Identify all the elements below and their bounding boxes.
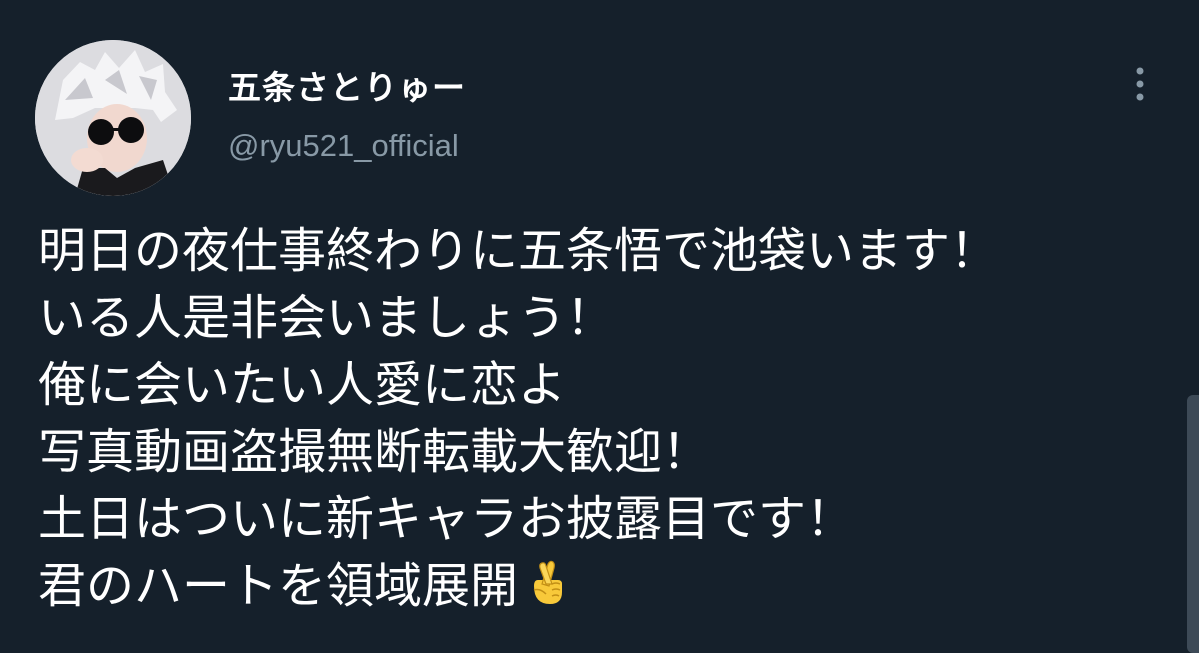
tweet-text: 明日の夜仕事終わりに五条悟で池袋います！ いる人是非会いましょう！ 俺に会いたい…: [38, 218, 1148, 620]
crossed-fingers-emoji-icon: [524, 559, 572, 607]
scrollbar-thumb[interactable]: [1187, 395, 1199, 653]
tweet-card: 五条さとりゅー @ryu521_official 明日の夜仕事終わりに五条悟で池…: [0, 0, 1199, 653]
author-avatar[interactable]: [35, 40, 191, 196]
profile-photo-icon: [35, 40, 191, 196]
author-display-name[interactable]: 五条さとりゅー: [228, 68, 466, 108]
tweet-line: いる人是非会いましょう！: [38, 290, 615, 346]
tweet-line: 俺に会いたい人愛に恋よ: [38, 357, 567, 413]
tweet-line: 土日はついに新キャラお披露目です！: [38, 491, 855, 547]
tweet-line: 明日の夜仕事終わりに五条悟で池袋います！: [38, 223, 999, 279]
tweet-line-text: 君のハートを領域展開: [38, 558, 519, 614]
more-options-button[interactable]: [1122, 62, 1158, 106]
author-handle[interactable]: @ryu521_official: [228, 126, 459, 166]
vertical-ellipsis-icon: [1136, 67, 1144, 101]
tweet-line-last: 君のハートを領域展開: [38, 553, 1148, 620]
tweet-line: 写真動画盗撮無断転載大歓迎！: [38, 424, 711, 480]
